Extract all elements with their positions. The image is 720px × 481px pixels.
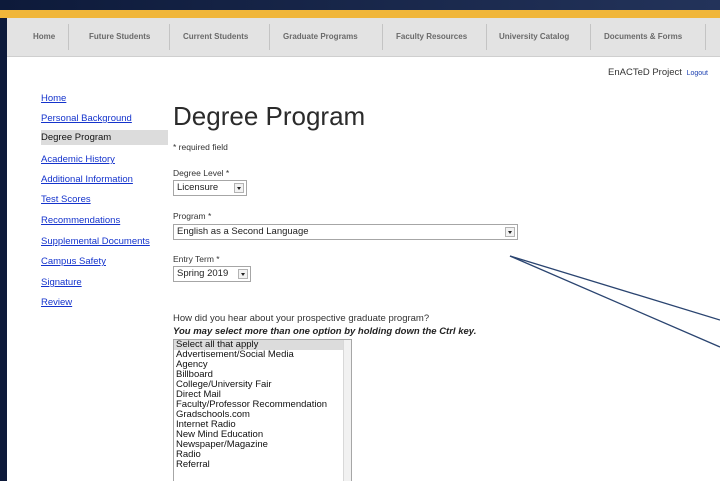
nav-home[interactable]: Home [33,32,55,41]
sidebar-item-additional-information[interactable]: Additional Information [41,174,133,185]
degree-level-label: Degree Level * [173,168,230,178]
project-name: EnACTeD Project [608,67,682,78]
program-label: Program * [173,211,212,221]
nav-divider [68,24,69,50]
nav-documents-forms[interactable]: Documents & Forms [604,32,682,41]
nav-graduate-programs[interactable]: Graduate Programs [283,32,358,41]
accent-bar [0,10,720,18]
sidebar-item-degree-program[interactable]: Degree Program [41,130,168,145]
nav-divider [169,24,170,50]
logout-link[interactable]: Logout [687,70,708,77]
sidebar-item-academic-history[interactable]: Academic History [41,154,115,165]
listbox-scrollbar[interactable] [343,340,351,481]
degree-level-select[interactable]: Licensure [173,180,247,196]
entry-term-value: Spring 2019 [177,268,229,279]
sidebar-item-signature[interactable]: Signature [41,277,82,288]
chevron-down-icon [238,269,248,279]
chevron-down-icon [234,183,244,193]
top-navigation: Home Future Students Current Students Gr… [7,18,720,57]
multi-select-hint: You may select more than one option by h… [173,326,477,337]
nav-current-students[interactable]: Current Students [183,32,248,41]
nav-future-students[interactable]: Future Students [89,32,150,41]
referral-question: How did you hear about your prospective … [173,313,430,324]
browser-content: Home Future Students Current Students Gr… [7,18,720,481]
nav-divider [486,24,487,50]
listbox-option[interactable]: Referral [174,460,351,470]
sidebar-item-supplemental-documents[interactable]: Supplemental Documents [41,236,150,247]
entry-term-select[interactable]: Spring 2019 [173,266,251,282]
sidebar-item-personal-background[interactable]: Personal Background [41,113,132,124]
nav-divider [705,24,706,50]
chevron-down-icon [505,227,515,237]
sidebar-item-review[interactable]: Review [41,297,72,308]
listbox-options: Select all that apply Advertisement/Socia… [174,340,351,470]
program-value: English as a Second Language [177,226,309,237]
sidebar-item-test-scores[interactable]: Test Scores [41,194,91,205]
sidebar-item-recommendations[interactable]: Recommendations [41,215,120,226]
program-select[interactable]: English as a Second Language [173,224,518,240]
required-note: * required field [173,142,228,152]
degree-level-value: Licensure [177,182,219,193]
nav-faculty-resources[interactable]: Faculty Resources [396,32,467,41]
page-title: Degree Program [173,101,366,131]
sidebar-item-campus-safety[interactable]: Campus Safety [41,256,106,267]
nav-divider [590,24,591,50]
entry-term-label: Entry Term * [173,254,220,264]
referral-source-listbox[interactable]: Select all that apply Advertisement/Socia… [173,339,352,481]
project-header: EnACTeD Project Logout [608,67,708,78]
sidebar-item-home[interactable]: Home [41,93,66,104]
nav-divider [382,24,383,50]
nav-university-catalog[interactable]: University Catalog [499,32,569,41]
nav-divider [269,24,270,50]
